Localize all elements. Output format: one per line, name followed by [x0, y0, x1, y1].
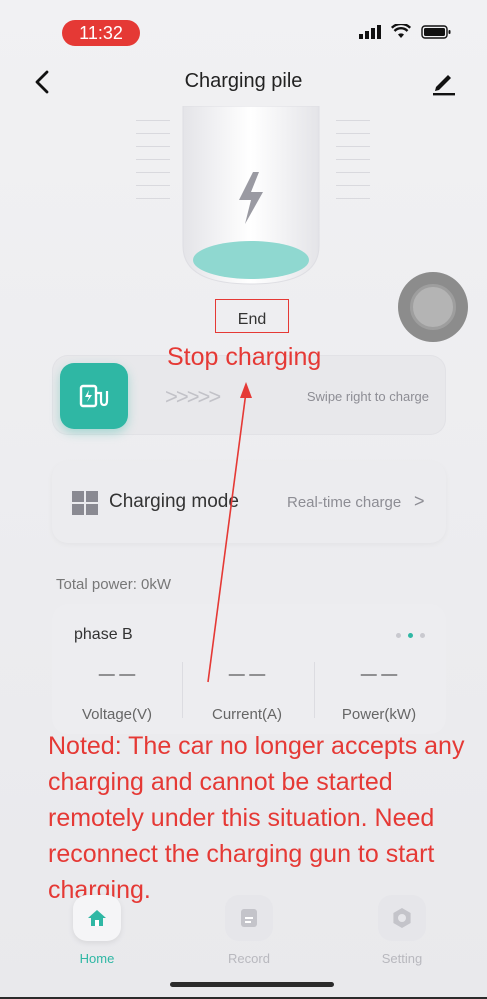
setting-icon [378, 895, 426, 941]
nav-record[interactable]: Record [199, 895, 299, 966]
nav-setting-label: Setting [381, 951, 423, 966]
nav-record-label: Record [228, 951, 270, 966]
annotation-note: Noted: The car no longer accepts any cha… [48, 732, 465, 904]
nav-setting[interactable]: Setting [352, 895, 452, 966]
home-indicator [170, 982, 334, 987]
app-screen: 11:32 Charging pile End >>>>> Swipe righ… [0, 0, 487, 999]
nav-home[interactable]: Home [47, 895, 147, 966]
home-icon [73, 895, 121, 941]
record-icon [225, 895, 273, 941]
nav-home-label: Home [79, 951, 115, 966]
